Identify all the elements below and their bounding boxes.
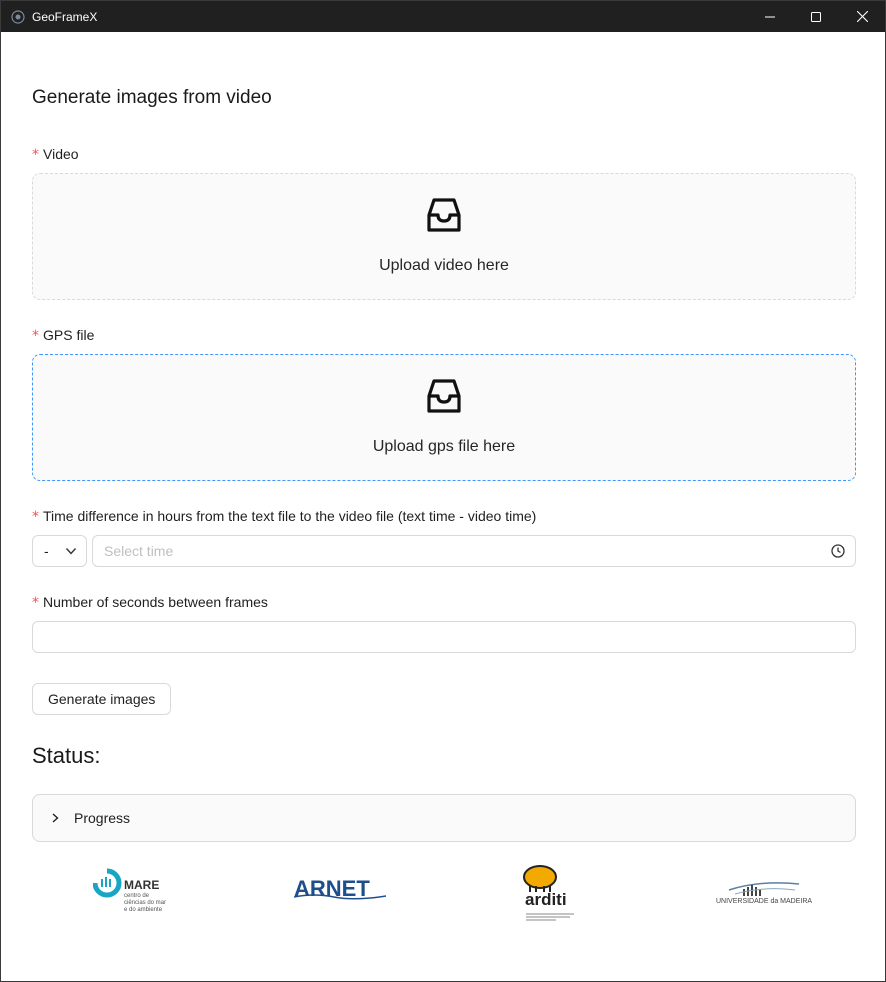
close-icon xyxy=(856,11,868,22)
app-window: GeoFrameX Generate images from video * Vi… xyxy=(0,0,886,982)
minimize-icon xyxy=(765,16,775,17)
partner-logos: MARE centro de ciências do mar e do ambi… xyxy=(1,862,885,932)
time-placeholder: Select time xyxy=(104,543,174,559)
arditi-logo-text: arditi xyxy=(525,890,567,909)
required-mark: * xyxy=(32,147,39,163)
close-button[interactable] xyxy=(839,1,885,32)
chevron-down-icon xyxy=(65,548,77,555)
gps-label-text: GPS file xyxy=(43,327,95,343)
seconds-label: * Number of seconds between frames xyxy=(32,594,268,611)
required-mark: * xyxy=(32,595,39,611)
uma-logo: UNIVERSIDADE da MADEIRA xyxy=(715,880,812,916)
sign-select-value: - xyxy=(44,543,49,559)
mare-logo-line2: ciências do mar xyxy=(124,900,167,906)
arditi-logo: arditi xyxy=(522,865,580,923)
time-picker-input[interactable]: Select time xyxy=(92,535,856,567)
video-label: * Video xyxy=(32,146,79,163)
video-upload-dropzone[interactable]: Upload video here xyxy=(32,173,856,300)
arnet-logo: ARNET xyxy=(294,876,386,906)
minimize-button[interactable] xyxy=(747,1,793,32)
seconds-between-frames-input[interactable] xyxy=(32,621,856,653)
seconds-label-text: Number of seconds between frames xyxy=(43,594,268,610)
app-logo-icon xyxy=(11,9,25,24)
mare-logo-line1: centro de xyxy=(124,893,150,899)
gps-upload-text: Upload gps file here xyxy=(372,438,516,455)
progress-collapse-header[interactable]: Progress xyxy=(32,794,856,842)
required-mark: * xyxy=(32,509,39,525)
window-title: GeoFrameX xyxy=(32,9,98,24)
uma-logo-text: UNIVERSIDADE da MADEIRA xyxy=(716,898,813,905)
time-difference-label: * Time difference in hours from the text … xyxy=(32,508,536,525)
video-upload-text: Upload video here xyxy=(379,257,509,274)
sign-select[interactable]: - xyxy=(32,535,87,567)
time-difference-label-text: Time difference in hours from the text f… xyxy=(43,508,537,524)
title-bar: GeoFrameX xyxy=(1,1,885,32)
required-mark: * xyxy=(32,328,39,344)
progress-label: Progress xyxy=(74,810,131,826)
inbox-icon xyxy=(424,195,464,235)
video-label-text: Video xyxy=(43,146,79,162)
maximize-button[interactable] xyxy=(793,1,839,32)
page-title: Generate images from video xyxy=(32,87,272,108)
mare-logo-text: MARE xyxy=(124,878,160,892)
mare-logo: MARE centro de ciências do mar e do ambi… xyxy=(92,867,173,917)
main-content: Generate images from video * Video Upload… xyxy=(1,32,885,981)
generate-images-button[interactable]: Generate images xyxy=(32,683,172,715)
maximize-icon xyxy=(811,11,821,22)
clock-icon xyxy=(831,544,845,558)
mare-logo-line3: e do ambiente xyxy=(124,907,163,913)
status-title: Status: xyxy=(32,743,101,768)
gps-label: * GPS file xyxy=(32,327,94,344)
inbox-icon xyxy=(424,376,464,416)
chevron-right-icon xyxy=(50,812,62,824)
gps-upload-dropzone[interactable]: Upload gps file here xyxy=(32,354,856,481)
